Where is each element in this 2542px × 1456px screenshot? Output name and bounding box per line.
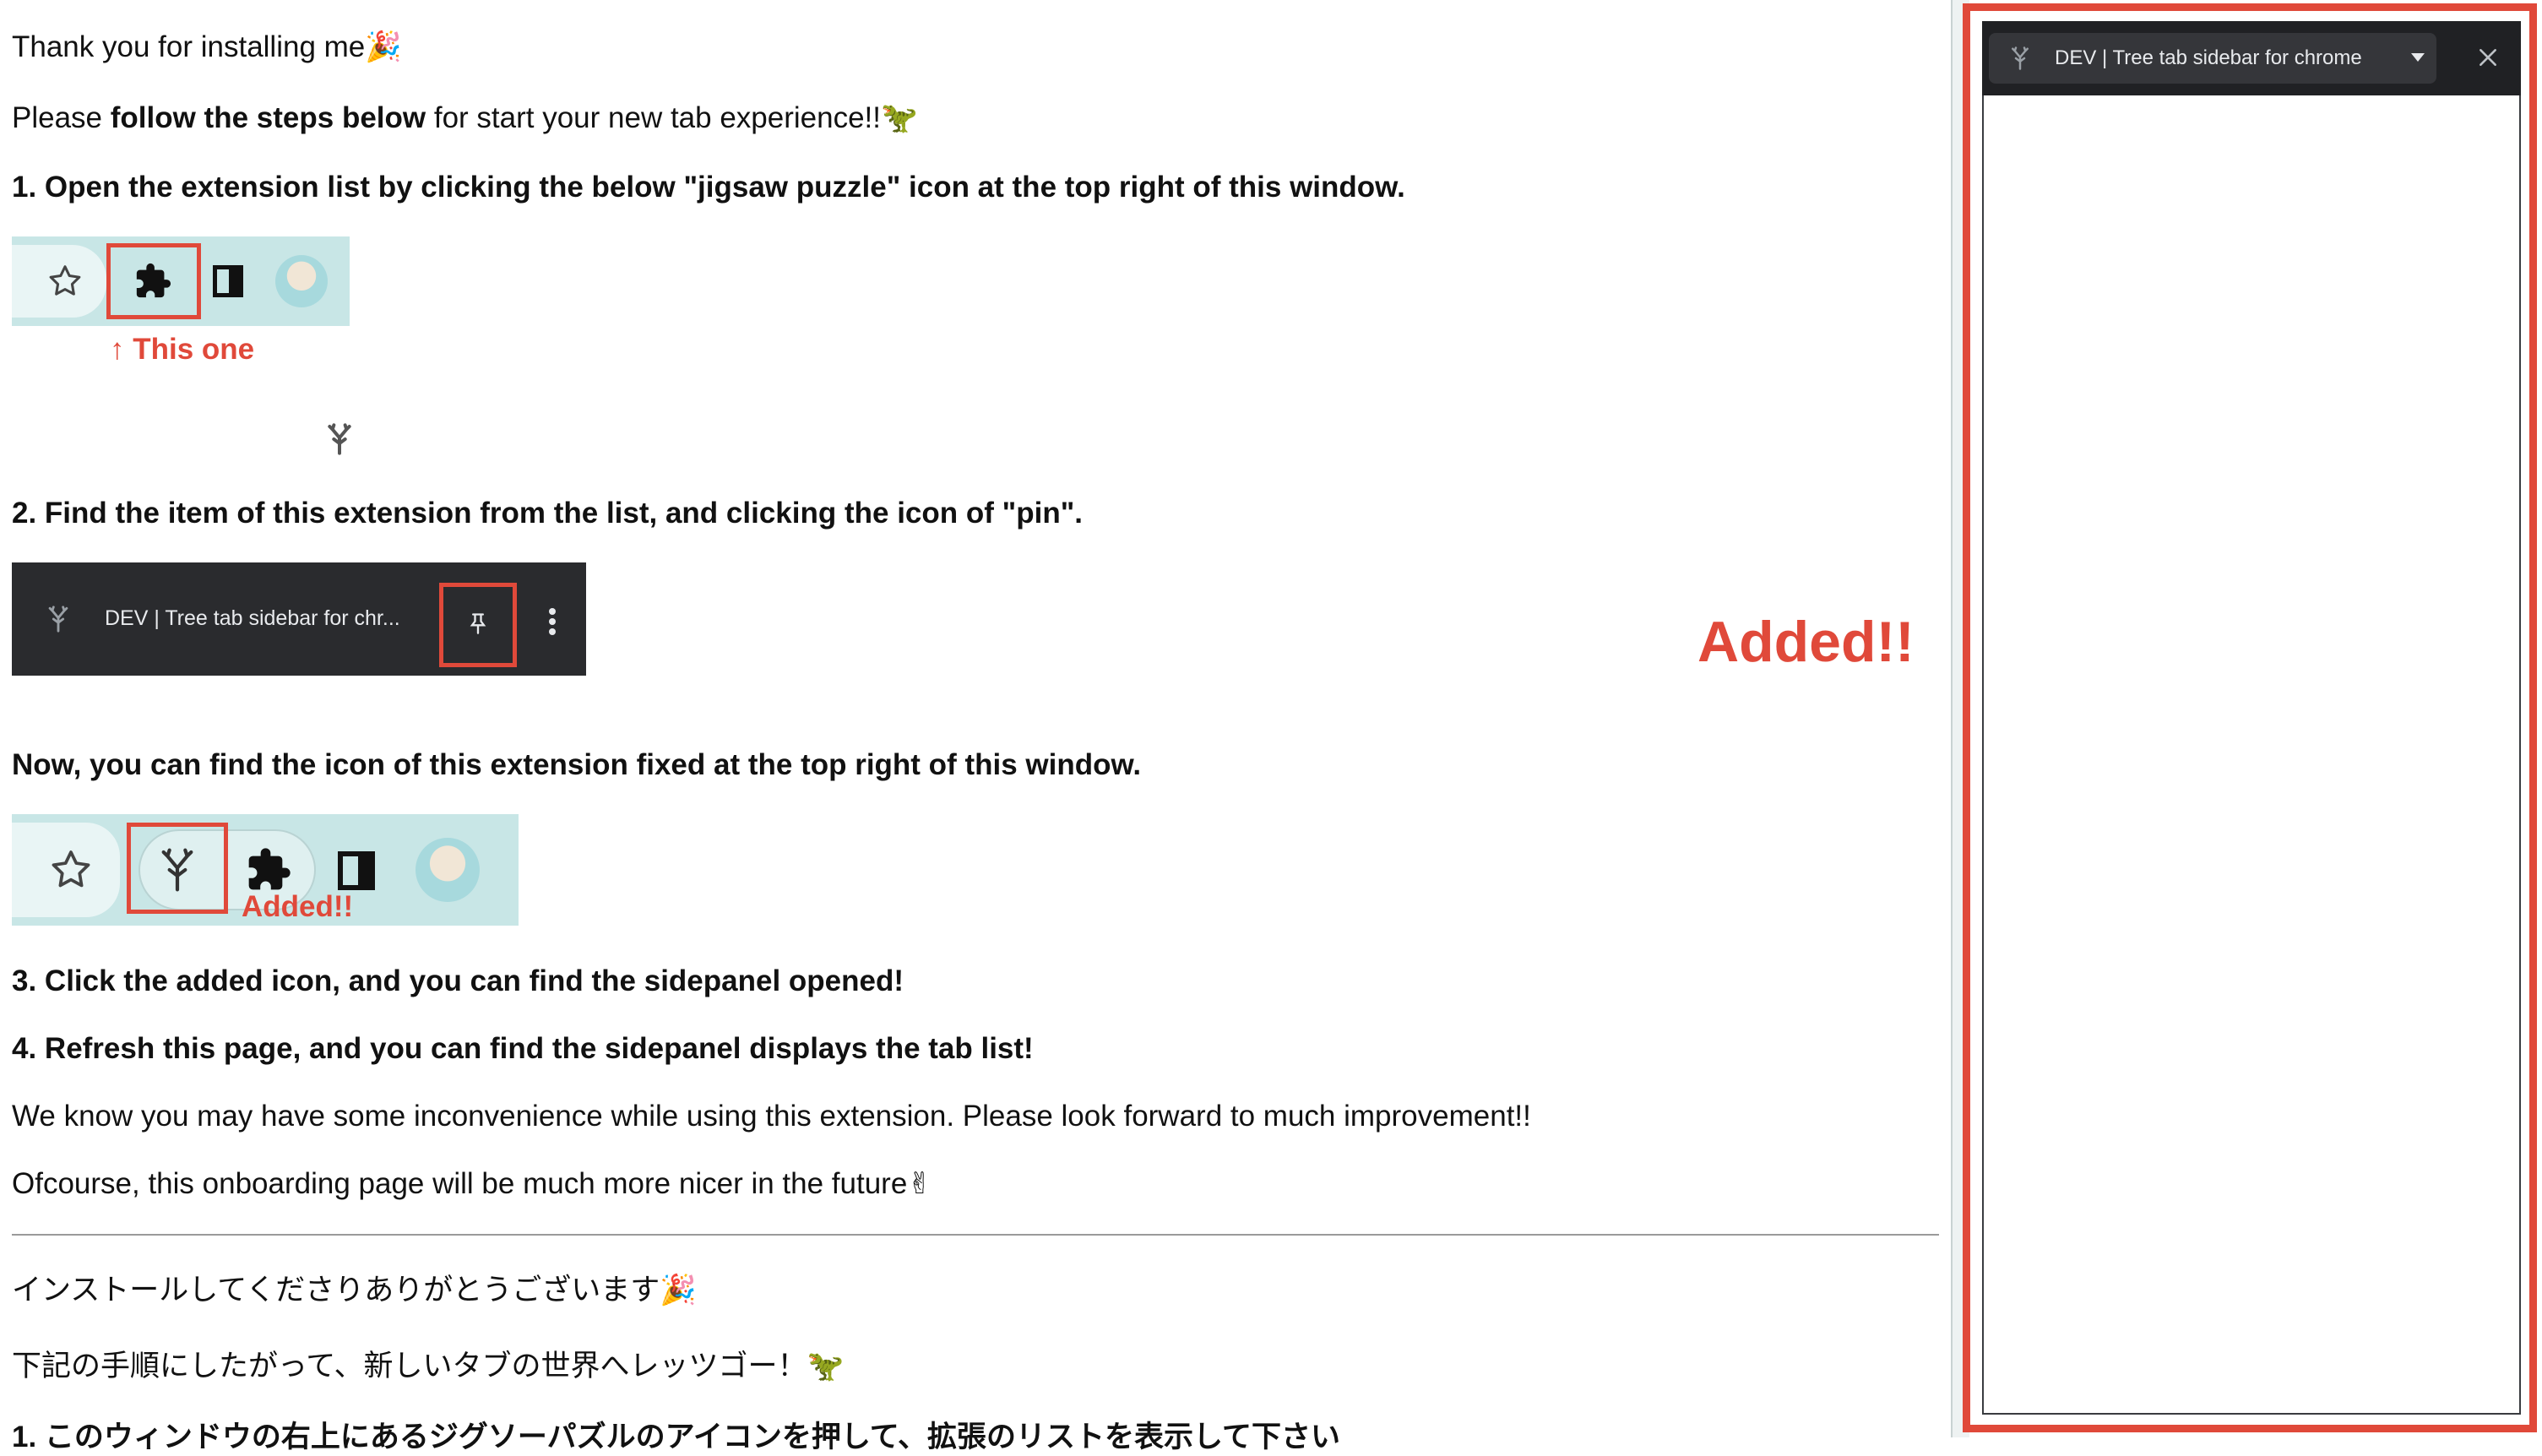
pin-icon[interactable] xyxy=(466,610,490,637)
tree-icon xyxy=(48,606,68,633)
thanks-line: Thank you for installing me🎉 xyxy=(12,29,402,66)
jp-follow-line: 下記の手順にしたがって、新しいタブの世界へレッツゴー！🦖 xyxy=(12,1348,844,1385)
thanks-text: Thank you for installing me xyxy=(12,30,366,63)
dino-emoji: 🦖 xyxy=(807,1350,845,1383)
jp-follow-text: 下記の手順にしたがって、新しいタブの世界へレッツゴー！ xyxy=(12,1350,807,1383)
sidepanel-header: DEV | Tree tab sidebar for chrome xyxy=(1982,21,2521,95)
puzzle-icon xyxy=(248,848,291,890)
close-icon[interactable] xyxy=(2477,46,2499,68)
follow-pre: Please xyxy=(12,101,111,134)
step3-heading: 3. Click the added icon, and you can fin… xyxy=(12,964,904,997)
jp-step1-heading: 1. このウィンドウの右上にあるジグソーパズルのアイコンを押して、拡張のリストを… xyxy=(12,1421,1340,1453)
avatar xyxy=(416,838,480,902)
victory-emoji: ✌ xyxy=(907,1167,932,1201)
follow-line: Please follow the steps below for start … xyxy=(12,100,918,137)
star-icon xyxy=(52,850,90,888)
tree-icon[interactable] xyxy=(154,845,201,895)
jp-thanks-text: インストールしてくださりありがとうございます xyxy=(12,1274,660,1307)
step1-heading: 1. Open the extension list by clicking t… xyxy=(12,171,1405,204)
added-big-label: Added!! xyxy=(1697,610,1915,674)
star-icon xyxy=(49,265,81,296)
step2-heading: 2. Find the item of this extension from … xyxy=(12,497,1084,530)
added-small-label: Added!! xyxy=(242,890,354,923)
now-find-line: Now, you can find the icon of this exten… xyxy=(12,748,1142,781)
sidepanel-title: DEV | Tree tab sidebar for chrome xyxy=(2055,46,2362,69)
dino-emoji: 🦖 xyxy=(881,101,918,135)
sidepanel-content xyxy=(1982,95,2521,1415)
party-emoji: 🎉 xyxy=(365,30,402,64)
step4-heading: 4. Refresh this page, and you can find t… xyxy=(12,1032,1034,1065)
this-one-label: ↑ This one xyxy=(110,333,255,366)
inconvenience-line: We know you may have some inconvenience … xyxy=(12,1100,1531,1133)
avatar xyxy=(275,255,328,307)
onboarding-page: Thank you for installing me🎉 Please foll… xyxy=(0,0,1951,1453)
tree-icon xyxy=(328,423,351,455)
caret-down-icon[interactable] xyxy=(2411,53,2425,62)
jp-thanks-line: インストールしてくださりありがとうございます🎉 xyxy=(12,1272,697,1309)
follow-post: for start your new tab experience!! xyxy=(426,101,882,134)
tree-icon xyxy=(2012,46,2029,70)
toolbar-screenshot-2: Added!! xyxy=(12,814,519,926)
section-divider xyxy=(12,1234,1939,1236)
puzzle-icon xyxy=(136,263,171,298)
party-emoji: 🎉 xyxy=(660,1274,697,1307)
extensions-popup-screenshot: DEV | Tree tab sidebar for chr... xyxy=(12,562,586,676)
more-vert-icon[interactable] xyxy=(547,606,557,637)
toolbar-screenshot-1 xyxy=(12,236,350,326)
sidepanel-highlight-frame: DEV | Tree tab sidebar for chrome xyxy=(1963,3,2537,1432)
follow-bold: follow the steps below xyxy=(110,101,426,134)
ofcourse-text: Ofcourse, this onboarding page will be m… xyxy=(12,1167,908,1200)
ofcourse-line: Ofcourse, this onboarding page will be m… xyxy=(12,1165,932,1203)
popup-item-label: DEV | Tree tab sidebar for chr... xyxy=(105,606,400,630)
sidepanel-icon xyxy=(213,265,243,297)
sidepanel-selector[interactable]: DEV | Tree tab sidebar for chrome xyxy=(1989,33,2436,84)
sidepanel-icon xyxy=(338,851,375,890)
